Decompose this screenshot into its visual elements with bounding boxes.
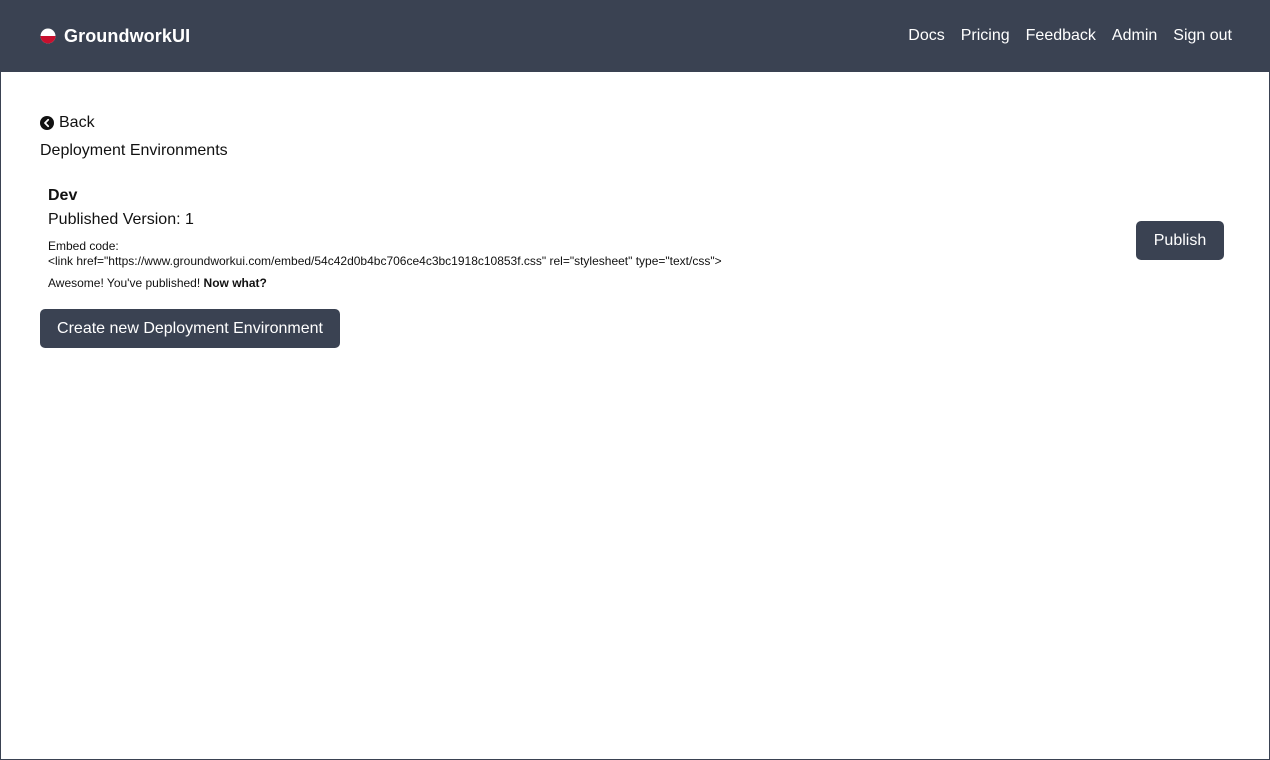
back-link[interactable]: Back [40,113,95,133]
app-window: GroundworkUI Docs Pricing Feedback Admin… [0,0,1270,760]
page-title: Deployment Environments [40,142,228,159]
back-label: Back [59,114,95,131]
environment-name: Dev [48,187,78,204]
published-version: Published Version: 1 [48,211,194,228]
nav-link-pricing[interactable]: Pricing [961,27,1010,45]
nav-link-feedback[interactable]: Feedback [1026,27,1096,45]
nav-link-admin[interactable]: Admin [1112,27,1157,45]
brand-logo-icon [40,28,56,44]
brand-link[interactable]: GroundworkUI [40,26,190,47]
published-message: Awesome! You've published! Now what? [48,276,1232,290]
main-content: Back Deployment Environments Dev Publish… [40,113,1232,348]
nav-link-sign-out[interactable]: Sign out [1173,27,1232,45]
published-message-text: Awesome! You've published! [48,276,201,290]
nav-links: Docs Pricing Feedback Admin Sign out [908,27,1232,45]
environment-card: Dev Published Version: 1 Embed code: <li… [40,187,1232,299]
now-what-link[interactable]: Now what? [204,276,267,290]
publish-button[interactable]: Publish [1136,221,1224,260]
embed-code-label: Embed code: [48,239,119,253]
top-navbar: GroundworkUI Docs Pricing Feedback Admin… [1,0,1270,72]
chevron-left-circle-icon [40,116,54,130]
nav-link-docs[interactable]: Docs [908,27,944,45]
create-environment-button[interactable]: Create new Deployment Environment [40,309,340,348]
brand-name: GroundworkUI [64,25,191,46]
embed-code-value[interactable]: <link href="https://www.groundworkui.com… [48,253,1232,269]
